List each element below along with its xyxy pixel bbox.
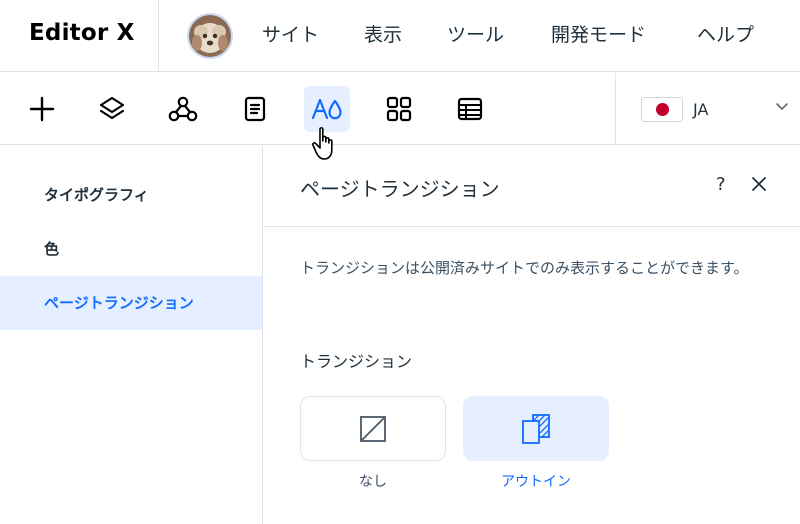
- transition-option-out-in-label: アウトイン: [501, 474, 571, 490]
- connect-button[interactable]: [160, 86, 206, 132]
- out-in-icon: [522, 413, 550, 444]
- panel-title: ページトランジション: [300, 177, 500, 201]
- theme-icon: [311, 98, 342, 120]
- sidebar-item-typography[interactable]: タイポグラフィ: [0, 168, 262, 222]
- editor-x-logo[interactable]: Editor X: [29, 20, 135, 46]
- layers-button[interactable]: [89, 86, 135, 132]
- design-sidebar: タイポグラフィ 色 ページトランジション: [0, 146, 263, 524]
- cms-table-button[interactable]: [447, 86, 493, 132]
- sidebar-item-color[interactable]: 色: [0, 222, 262, 276]
- top-bar: Editor X サイト 表示 ツール 開発モード ヘルプ: [0, 0, 800, 72]
- menu-view[interactable]: 表示: [364, 20, 402, 47]
- help-button[interactable]: ?: [716, 174, 726, 195]
- section-label: トランジション: [300, 352, 413, 371]
- sidebar-item-page-transitions[interactable]: ページトランジション: [0, 276, 262, 330]
- divider: [158, 0, 159, 72]
- pages-button[interactable]: [232, 86, 278, 132]
- language-select[interactable]: JA: [641, 97, 791, 123]
- transition-option-out-in[interactable]: [463, 396, 609, 461]
- apps-grid-icon: [386, 96, 412, 122]
- language-code: JA: [693, 100, 709, 119]
- menu-site[interactable]: サイト: [262, 20, 319, 47]
- table-icon: [457, 97, 483, 121]
- page-transitions-panel: ページトランジション ? トランジションは公開済みサイトでのみ表示することができ…: [264, 146, 800, 524]
- add-button[interactable]: [19, 86, 65, 132]
- menu-tools[interactable]: ツール: [447, 20, 504, 47]
- close-button[interactable]: [750, 175, 768, 197]
- pages-icon: [244, 96, 266, 122]
- transition-option-none-label: なし: [359, 474, 387, 490]
- transition-option-none[interactable]: [300, 396, 446, 461]
- layers-icon: [99, 96, 125, 120]
- chevron-down-icon: [776, 103, 788, 111]
- panel-header: ページトランジション ?: [264, 146, 800, 227]
- menu-dev-mode[interactable]: 開発モード: [551, 20, 646, 47]
- toolbar: JA: [0, 73, 800, 145]
- info-text: トランジションは公開済みサイトでのみ表示することができます。: [300, 259, 749, 277]
- none-icon: [360, 415, 386, 442]
- connect-icon: [168, 96, 198, 122]
- plus-icon: [29, 96, 55, 122]
- apps-button[interactable]: [376, 86, 422, 132]
- menu-help[interactable]: ヘルプ: [697, 20, 754, 47]
- japan-flag-icon: [641, 97, 683, 122]
- close-icon: [752, 177, 766, 191]
- user-avatar[interactable]: [189, 15, 231, 57]
- divider: [615, 73, 616, 145]
